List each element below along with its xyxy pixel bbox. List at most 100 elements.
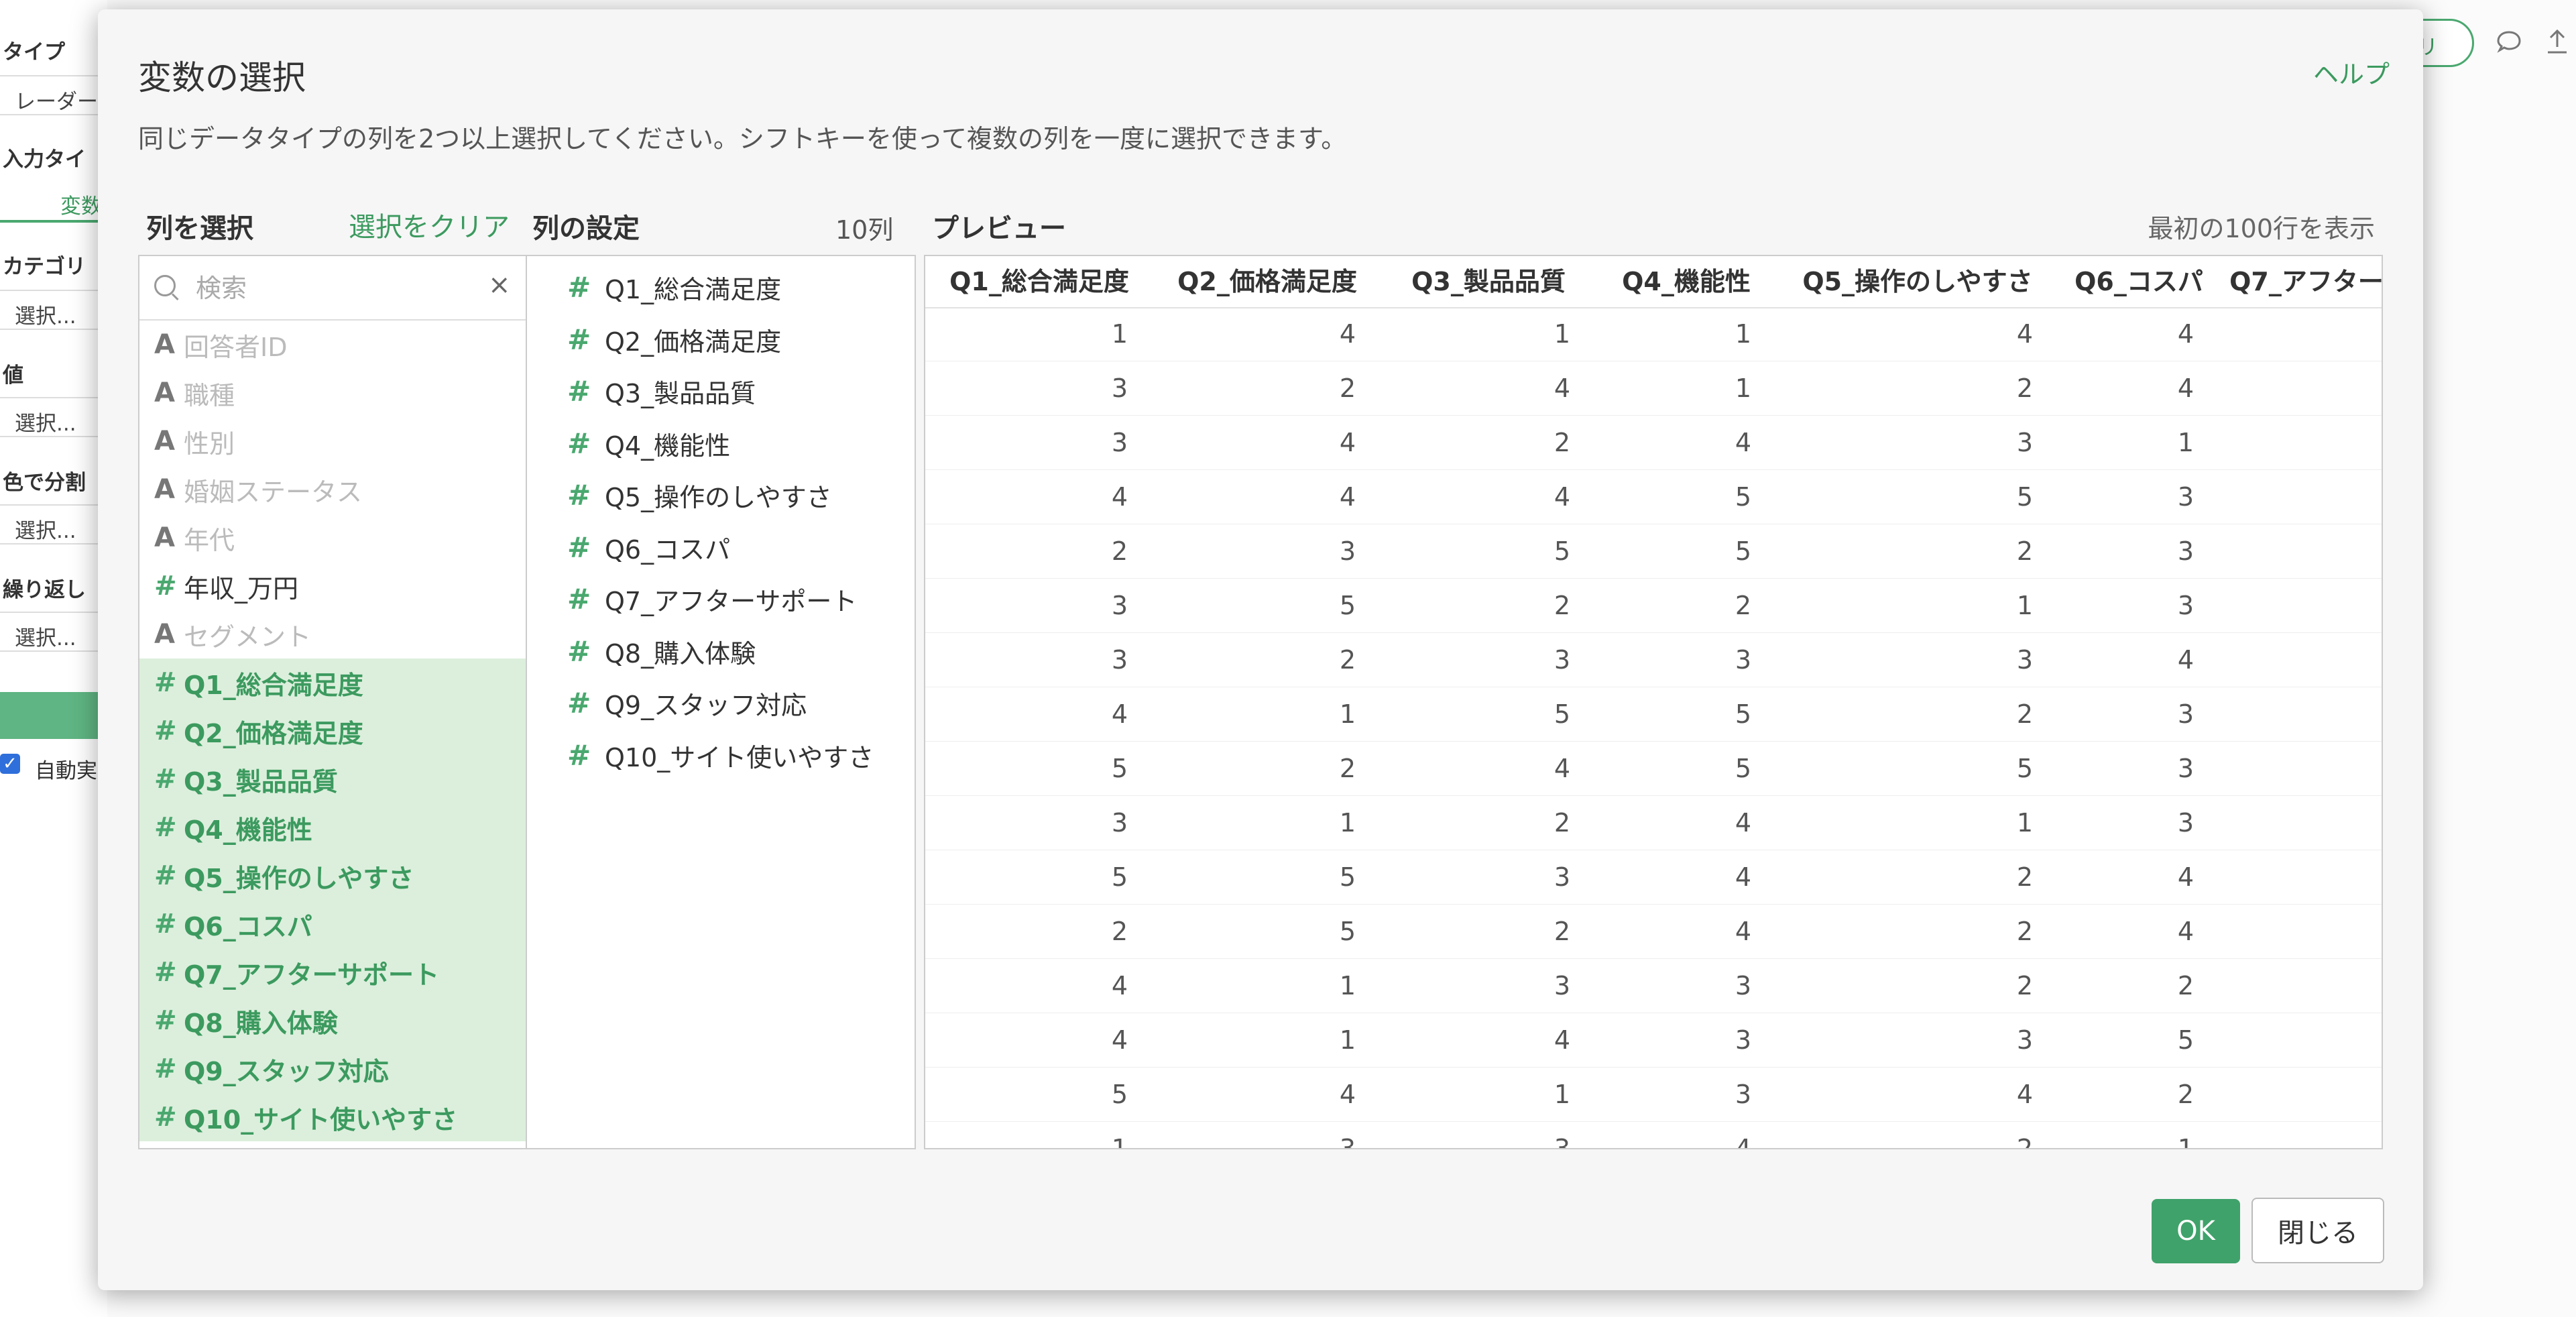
setting-item[interactable]: # Q9_スタッフ対応 [526, 677, 915, 730]
table-cell: 3 [2177, 699, 2194, 729]
table-cell: 3 [1735, 1025, 1751, 1055]
column-item[interactable]: # Q9_スタッフ対応 [139, 1045, 526, 1093]
table-cell: 4 [1111, 971, 1128, 1000]
table-cell: 3 [1554, 971, 1570, 1000]
column-item[interactable]: # Q3_製品品質 [139, 755, 526, 803]
column-item[interactable]: # Q8_購入体験 [139, 996, 526, 1045]
repeat-select[interactable]: 選択... [0, 612, 101, 652]
run-button[interactable] [0, 692, 101, 739]
preview-column-header: Q3_製品品質 [1411, 267, 1566, 296]
table-row: 3 2 3 3 3 4 [925, 633, 2382, 687]
dialog-description: 同じデータタイプの列を2つ以上選択してください。シフトキーを使って複数の列を一度… [138, 124, 1347, 154]
numeric-type-icon: # [154, 715, 177, 746]
preview-column-header: Q5_操作のしやすさ [1802, 267, 2033, 296]
table-cell: 4 [1735, 917, 1751, 946]
clear-search-icon[interactable]: × [488, 270, 511, 300]
type-select[interactable]: レーダー [0, 75, 101, 115]
table-cell: 5 [1111, 862, 1128, 892]
table-cell: 3 [1554, 645, 1570, 675]
column-item[interactable]: # Q2_価格満足度 [139, 707, 526, 755]
table-cell: 4 [1735, 808, 1751, 838]
help-link[interactable]: ヘルプ [2313, 54, 2390, 91]
table-cell: 3 [1111, 428, 1128, 457]
setting-item[interactable]: # Q7_アフターサポート [526, 573, 915, 626]
column-name: Q6_コスパ [184, 911, 312, 941]
table-cell: 1 [2016, 808, 2033, 838]
table-cell: 3 [2016, 645, 2033, 675]
table-cell: 4 [2177, 645, 2194, 675]
column-name: 婚姻ステータス [184, 477, 363, 507]
setting-name: Q7_アフターサポート [605, 587, 858, 617]
column-item[interactable]: # 年収_万円 [139, 562, 526, 610]
numeric-type-icon: # [154, 1102, 177, 1133]
setting-name: Q5_操作のしやすさ [605, 483, 832, 513]
table-cell: 5 [2016, 754, 2033, 783]
numeric-type-icon: # [567, 323, 591, 356]
table-cell: 3 [1735, 645, 1751, 675]
preview-column-header: Q7_アフター [2229, 267, 2383, 296]
close-button[interactable]: 閉じる [2251, 1198, 2384, 1263]
column-item[interactable]: # Q7_アフターサポート [139, 948, 526, 996]
column-item: A 職種 [139, 369, 526, 417]
table-cell: 2 [2016, 699, 2033, 729]
variable-select-dialog: 変数の選択 ヘルプ 同じデータタイプの列を2つ以上選択してください。シフトキーを… [98, 9, 2423, 1290]
table-row: 1 4 1 1 4 4 [925, 307, 2382, 361]
setting-name: Q9_スタッフ対応 [605, 691, 807, 721]
column-item[interactable]: # Q6_コスパ [139, 900, 526, 948]
table-cell: 2 [1339, 645, 1356, 675]
ok-button[interactable]: OK [2152, 1199, 2240, 1263]
select-columns-title: 列を選択 [146, 213, 253, 244]
column-item[interactable]: # Q10_サイト使いやすさ [139, 1093, 526, 1141]
table-cell: 2 [2016, 862, 2033, 892]
column-item[interactable]: # Q5_操作のしやすさ [139, 852, 526, 900]
type-label: タイプ [3, 40, 65, 64]
column-item[interactable]: # Q4_機能性 [139, 803, 526, 852]
setting-item[interactable]: # Q4_機能性 [526, 418, 915, 470]
table-cell: 5 [2177, 1025, 2194, 1055]
column-settings-list: # Q1_総合満足度 # Q2_価格満足度 # Q3_製品品質 # Q4_機能性 # Q5_操作の… [526, 262, 915, 781]
category-select[interactable]: 選択... [0, 290, 101, 330]
numeric-type-icon: # [567, 738, 591, 772]
table-cell: 5 [1735, 699, 1751, 729]
setting-item[interactable]: # Q8_購入体験 [526, 626, 915, 678]
table-row: 3 1 2 4 1 3 [925, 796, 2382, 850]
setting-name: Q6_コスパ [605, 534, 731, 565]
clear-selection-link[interactable]: 選択をクリア [349, 205, 510, 244]
table-cell: 3 [2177, 754, 2194, 783]
search-bar: × [139, 256, 526, 321]
column-item[interactable]: # Q1_総合満足度 [139, 658, 526, 707]
table-cell: 5 [1735, 754, 1751, 783]
setting-name: Q8_購入体験 [605, 638, 756, 669]
table-cell: 5 [1111, 1080, 1128, 1109]
setting-item[interactable]: # Q2_価格満足度 [526, 314, 915, 366]
upload-icon[interactable] [2545, 28, 2569, 61]
preview-table[interactable]: Q1_総合満足度 Q2_価格満足度 Q3_製品品質 Q4_機能性 Q5_操作のしやすさ Q… [924, 255, 2383, 1149]
table-cell: 3 [2016, 428, 2033, 457]
value-select[interactable]: 選択... [0, 397, 101, 437]
setting-item[interactable]: # Q5_操作のしやすさ [526, 469, 915, 522]
table-cell: 5 [1339, 917, 1356, 946]
setting-item[interactable]: # Q3_製品品質 [526, 365, 915, 418]
auto-run-checkbox[interactable]: ✓ [0, 754, 20, 774]
table-cell: 4 [1111, 482, 1128, 512]
search-input[interactable] [194, 268, 465, 308]
table-cell: 5 [1735, 482, 1751, 512]
table-cell: 1 [1554, 319, 1570, 349]
column-item: A 回答者ID [139, 321, 526, 369]
table-cell: 4 [2177, 374, 2194, 403]
table-cell: 1 [1339, 699, 1356, 729]
table-row: 5 5 3 4 2 4 [925, 850, 2382, 905]
search-icon [154, 275, 176, 296]
table-cell: 4 [1111, 1025, 1128, 1055]
setting-item[interactable]: # Q1_総合満足度 [526, 262, 915, 314]
table-cell: 1 [1735, 374, 1751, 403]
table-cell: 5 [1111, 754, 1128, 783]
table-cell: 3 [1111, 808, 1128, 838]
setting-item[interactable]: # Q6_コスパ [526, 522, 915, 574]
input-type-tab-variable[interactable]: 変数 [0, 181, 102, 223]
table-cell: 3 [2177, 482, 2194, 512]
setting-item[interactable]: # Q10_サイト使いやすさ [526, 730, 915, 782]
color-split-select[interactable]: 選択... [0, 504, 101, 545]
comment-icon[interactable] [2496, 28, 2522, 61]
table-cell: 4 [1339, 319, 1356, 349]
